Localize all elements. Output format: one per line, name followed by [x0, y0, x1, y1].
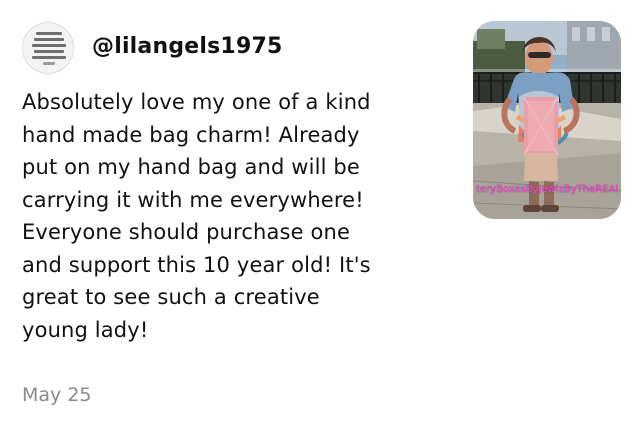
review-text-line: and support this 10 year old! It's: [22, 252, 371, 277]
avatar-sign-text-lines: [32, 32, 66, 62]
avatar-line: [32, 56, 66, 59]
review-username[interactable]: @lilangels1975: [92, 34, 282, 59]
review-text-line: Everyone should purchase one: [22, 220, 351, 244]
review-text-line: great to see such a creative: [22, 285, 320, 309]
review-card: @lilangels1975 Absolutely love my one of…: [0, 0, 635, 427]
review-date: May 25: [22, 384, 92, 406]
review-text-line: young lady!: [22, 317, 149, 342]
review-text: Absolutely love my one of a kind hand ma…: [22, 86, 460, 346]
review-text-line: Absolutely love my one of a kind: [22, 90, 371, 114]
avatar-decoration: [43, 62, 55, 65]
review-text-line: carrying it with me everywhere!: [22, 187, 364, 212]
avatar-line: [34, 38, 64, 41]
avatar-line: [34, 50, 64, 53]
review-text-line: hand made bag charm! Already: [22, 122, 360, 147]
photo-watermark: teryBoxesByJewlzByTheREAL: [476, 184, 618, 195]
avatar-line: [32, 44, 66, 47]
profile-avatar[interactable]: [22, 22, 74, 74]
avatar-line: [36, 32, 62, 35]
review-text-line: put on my hand bag and will be: [22, 155, 360, 179]
review-photo[interactable]: teryBoxesByJewlzByTheREAL: [473, 21, 621, 219]
